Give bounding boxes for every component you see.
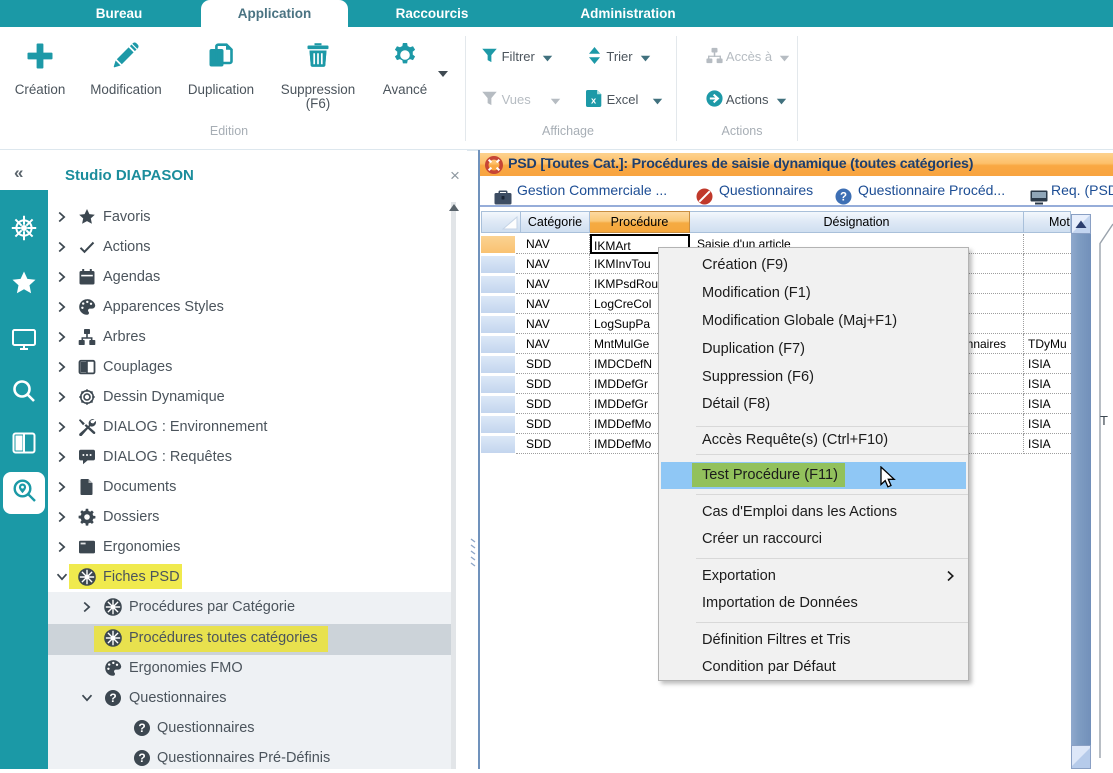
svg-text:x: x (591, 96, 597, 106)
svg-text:?: ? (840, 192, 847, 204)
